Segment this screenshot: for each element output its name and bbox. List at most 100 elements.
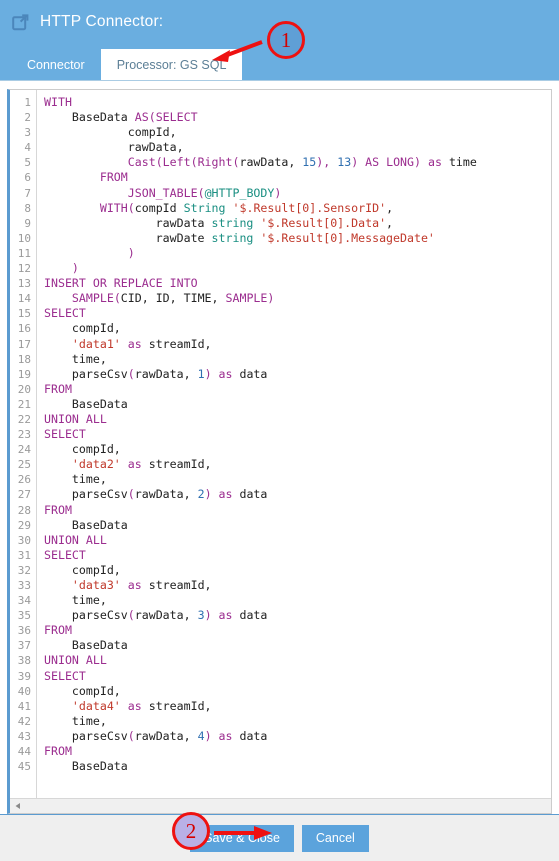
code-line: compId, [44, 562, 121, 577]
code-line: FROM [44, 623, 72, 638]
code-line: WITH(compId String '$.Result[0].SensorID… [99, 200, 394, 215]
tab-connector[interactable]: Connector [11, 50, 101, 80]
code-line: parseCsv(rawData, 2) as data [44, 487, 268, 502]
code-line: parseCsv(rawData, 4) as data [44, 728, 268, 743]
code-line: ) [71, 261, 79, 276]
dialog-titlebar: HTTP Connector: [0, 0, 559, 44]
line-number: 43 [17, 729, 31, 743]
line-number: 37 [17, 639, 31, 653]
line-number: 27 [17, 488, 31, 502]
line-number: 26 [17, 473, 31, 487]
line-number: 30 [17, 533, 31, 547]
save-and-close-button[interactable]: Save & Close [190, 824, 294, 852]
code-line: UNION ALL [44, 532, 107, 547]
code-line: time, [44, 713, 107, 728]
line-number: 35 [17, 609, 31, 623]
line-number: 44 [17, 745, 31, 759]
code-area: 1 2 3 4 5 6 7 8 9 10 11 12 13 14 15 16 17 18 19 20 21 22 23 24 2… [10, 90, 551, 798]
code-line: FROM [99, 170, 128, 185]
line-number: 19 [17, 367, 31, 381]
code-line: time, [44, 593, 107, 608]
editor-horizontal-scrollbar[interactable] [10, 798, 551, 813]
code-line: compId, [44, 321, 121, 336]
line-number: 12 [17, 262, 31, 276]
line-number: 3 [24, 126, 31, 140]
line-number: 41 [17, 699, 31, 713]
code-line: FROM [44, 502, 72, 517]
line-number: 38 [17, 654, 31, 668]
code-line: parseCsv(rawData, 1) as data [44, 366, 268, 381]
external-link-icon [12, 13, 29, 31]
code-line: FROM [44, 381, 72, 396]
line-number-gutter: 1 2 3 4 5 6 7 8 9 10 11 12 13 14 15 16 17 18 19 20 21 22 23 24 2… [10, 90, 37, 798]
code-line: 'data1' as streamId, [71, 336, 212, 351]
code-line: SAMPLE(CID, ID, TIME, SAMPLE) [71, 291, 275, 306]
sql-editor[interactable]: 1 2 3 4 5 6 7 8 9 10 11 12 13 14 15 16 17 18 19 20 21 22 23 24 2… [7, 89, 552, 814]
line-number: 7 [24, 186, 31, 200]
code-line: compId, [44, 125, 177, 140]
code-line: 'data3' as streamId, [71, 578, 212, 592]
code-line: time, [44, 472, 107, 487]
line-number: 2 [24, 111, 31, 125]
line-number: 22 [17, 412, 31, 426]
code-line: UNION ALL [44, 411, 107, 426]
line-number: 21 [17, 397, 31, 411]
dialog-footer: Save & Close Cancel [0, 815, 559, 861]
code-line: rawDate string '$.Result[0].MessageDate' [44, 230, 435, 245]
line-number: 13 [17, 277, 31, 291]
code-line: parseCsv(rawData, 3) as data [44, 608, 268, 623]
line-number: 23 [17, 428, 31, 442]
code-line: WITH [44, 95, 72, 109]
line-number: 18 [17, 352, 31, 366]
line-number: 36 [17, 624, 31, 638]
line-number: 17 [17, 337, 31, 351]
triangle-left-icon[interactable] [10, 799, 25, 814]
line-number: 39 [17, 669, 31, 683]
code-line: compId, [44, 683, 121, 698]
line-number: 11 [17, 246, 31, 260]
line-number: 10 [17, 231, 31, 245]
line-number: 45 [17, 760, 31, 774]
code-line: BaseData AS(SELECT [44, 110, 198, 125]
code-line: SELECT [44, 547, 86, 562]
line-number: 4 [24, 141, 31, 155]
code-line: 'data2' as streamId, [71, 457, 212, 472]
line-number: 1 [24, 96, 31, 109]
tab-processor-gs-sql[interactable]: Processor: GS SQL [100, 49, 243, 80]
tab-connector-label: Connector [27, 58, 85, 72]
line-number: 5 [24, 156, 31, 170]
line-number: 40 [17, 684, 31, 698]
http-connector-dialog: HTTP Connector: Connector Processor: GS … [0, 0, 559, 861]
line-number: 42 [17, 714, 31, 728]
line-number: 32 [17, 563, 31, 577]
code-line: rawData, [44, 140, 184, 155]
line-number: 24 [17, 443, 31, 457]
line-number: 16 [17, 322, 31, 336]
code-text[interactable]: WITH BaseData AS(SELECT compId, rawData,… [37, 90, 551, 798]
dialog-title: HTTP Connector: [40, 13, 164, 30]
code-line: BaseData [44, 517, 128, 532]
code-line: JSON_TABLE(@HTTP_BODY) [127, 185, 282, 200]
dialog-body: 1 2 3 4 5 6 7 8 9 10 11 12 13 14 15 16 17 18 19 20 21 22 23 24 2… [0, 80, 559, 815]
code-line: Cast(Left(Right(rawData, 15), 13) AS LON… [127, 155, 477, 170]
line-number: 14 [17, 292, 31, 306]
code-line: BaseData [44, 759, 128, 774]
code-line: UNION ALL [44, 653, 107, 668]
code-line: rawData string '$.Result[0].Data', [44, 215, 394, 230]
code-line: FROM [44, 744, 72, 759]
line-number: 25 [17, 458, 31, 472]
line-number: 33 [17, 579, 31, 592]
scrollbar-track[interactable] [25, 799, 551, 814]
cancel-button[interactable]: Cancel [301, 824, 369, 852]
code-line: SELECT [44, 668, 86, 683]
line-number: 20 [17, 382, 31, 396]
line-number: 9 [24, 216, 31, 230]
code-line: SELECT [44, 427, 86, 442]
line-number: 15 [17, 307, 31, 321]
dialog-tabstrip: Connector Processor: GS SQL [0, 44, 559, 80]
line-number: 29 [17, 518, 31, 532]
code-line: ) [127, 245, 135, 260]
code-line: 'data4' as streamId, [71, 698, 212, 713]
code-line: compId, [44, 442, 121, 457]
code-line: SELECT [44, 306, 86, 321]
